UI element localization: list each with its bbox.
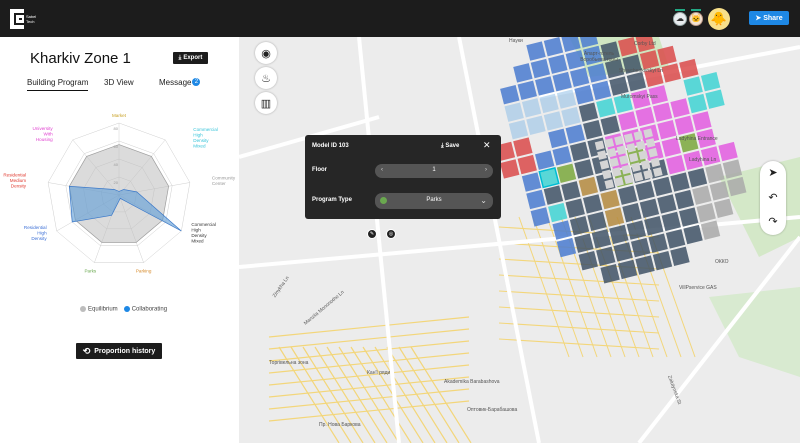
map-view[interactable]: Науки Corby Ltd Апарт-готель Воробьевa г… — [239, 37, 800, 443]
radar-tick-label: 80 — [114, 126, 119, 131]
radar-axis-label: Parking — [136, 269, 152, 274]
program-type-label: Program Type — [312, 197, 352, 203]
map-label: Апарт-готель Воробьевa горы — [580, 51, 618, 63]
legend-item-equilibrium[interactable]: Equilibrium — [80, 306, 118, 313]
tabs: Building Program 3D View Message 2 — [27, 78, 211, 92]
program-type-value: Parks — [426, 197, 442, 203]
tab-building-program[interactable]: Building Program — [27, 78, 89, 91]
proportion-history-button[interactable]: ⟲ Proportion history — [76, 343, 162, 359]
map-label: Shevchenkivskyi Ln — [619, 68, 663, 74]
map-label: VillPservice GAS — [679, 285, 717, 291]
redo-icon[interactable]: ↷ — [765, 214, 781, 230]
radar-axis-label: Commercial High Density Mixed — [191, 222, 216, 244]
top-bar: Sabel Tech ☁ 🐱 🐥 ➤ Share — [0, 0, 800, 37]
floor-value: 1 — [432, 167, 436, 173]
map-label: Кан'ї ряди — [367, 370, 391, 376]
radar-axis-label: Residential High Density — [24, 225, 47, 241]
model-popup: Model ID 103 ⤓ Save ✕ Floor ‹ 1 › Progra… — [305, 135, 501, 219]
save-icon: ⤓ — [441, 143, 444, 149]
radar-axis-label: Community Center — [212, 175, 236, 186]
radar-tick-label: 60 — [114, 144, 119, 149]
online-indicator — [691, 9, 701, 11]
fire-icon[interactable]: ♨ — [255, 67, 277, 89]
radar-axis-label: Residential Medium Density — [3, 172, 26, 188]
radar-tick-label: 40 — [114, 162, 119, 167]
chick-avatar-icon[interactable]: 🐥 — [708, 8, 730, 30]
history-icon: ⟲ — [82, 345, 91, 356]
map-label: Corby Ltd — [634, 41, 656, 47]
chevron-down-icon: ⌄ — [480, 196, 487, 205]
radar-axis-label: University With Housing — [33, 126, 54, 142]
tool-controls: ➤ ↶ ↷ — [760, 161, 786, 235]
export-button[interactable]: ⤓ Export — [173, 52, 208, 64]
tab-message[interactable]: Message 2 — [159, 78, 201, 87]
map-label: Akademika Barabashova — [444, 379, 500, 385]
map-label: ОККО — [715, 259, 729, 265]
save-button[interactable]: ⤓ Save — [441, 143, 459, 150]
radar-chart: 80 60 40 20 Market Commercial High Density Mixed… — [3, 113, 236, 274]
radar-tick-label: 20 — [114, 180, 119, 185]
floor-label: Floor — [312, 167, 327, 173]
map-label: Оптовик-Барабашова — [467, 407, 518, 413]
floor-stepper[interactable]: ‹ 1 › — [375, 164, 493, 178]
popup-title: Model ID 103 — [312, 143, 349, 149]
program-type-select[interactable]: Parks ⌄ — [375, 193, 493, 209]
cat-avatar-icon[interactable]: 🐱 — [689, 12, 703, 26]
sidebar: Kharkiv Zone 1 ⤓ Export Building Program… — [0, 37, 239, 443]
radar-axis-label: Market — [112, 113, 127, 118]
tab-3d-view[interactable]: 3D View — [104, 78, 134, 87]
logo-text: Sabel Tech — [26, 14, 37, 24]
cursor-icon[interactable]: ➤ — [765, 165, 781, 181]
selection-pin-icon[interactable]: ◎ — [386, 229, 396, 239]
online-indicator — [675, 9, 685, 11]
undo-icon[interactable]: ↶ — [765, 190, 781, 206]
download-icon: ⤓ — [178, 54, 182, 61]
map-canvas[interactable] — [239, 37, 800, 443]
page-title: Kharkiv Zone 1 — [30, 50, 131, 67]
close-icon[interactable]: ✕ — [483, 140, 491, 151]
map-label: Muromskyi Pass — [621, 94, 658, 100]
building-icon[interactable]: ▥ — [255, 92, 277, 114]
cloud-avatar-icon[interactable]: ☁ — [673, 12, 687, 26]
increment-icon[interactable]: › — [485, 167, 487, 173]
send-icon: ➤ — [755, 15, 762, 22]
visibility-icon[interactable]: ◉ — [255, 42, 277, 64]
legend-item-collaborating[interactable]: Collaborating — [123, 306, 167, 313]
message-badge: 2 — [192, 78, 201, 86]
radar-axis-label: Parks — [84, 269, 96, 274]
radar-axis-label: Commercial High Density Mixed — [193, 127, 218, 149]
share-button[interactable]: ➤ Share — [749, 11, 789, 25]
map-label: Ladyhina Entrance — [676, 136, 718, 142]
map-label: Торгівельна зона — [269, 360, 309, 366]
map-label: Науки — [509, 38, 523, 44]
chart-legend: Equilibrium Collaborating — [80, 306, 167, 313]
map-label: Пр. Нова Баркова — [319, 422, 361, 428]
map-label: Ladyhina Ln — [689, 157, 717, 163]
edit-pin-icon[interactable]: ✎ — [367, 229, 377, 239]
